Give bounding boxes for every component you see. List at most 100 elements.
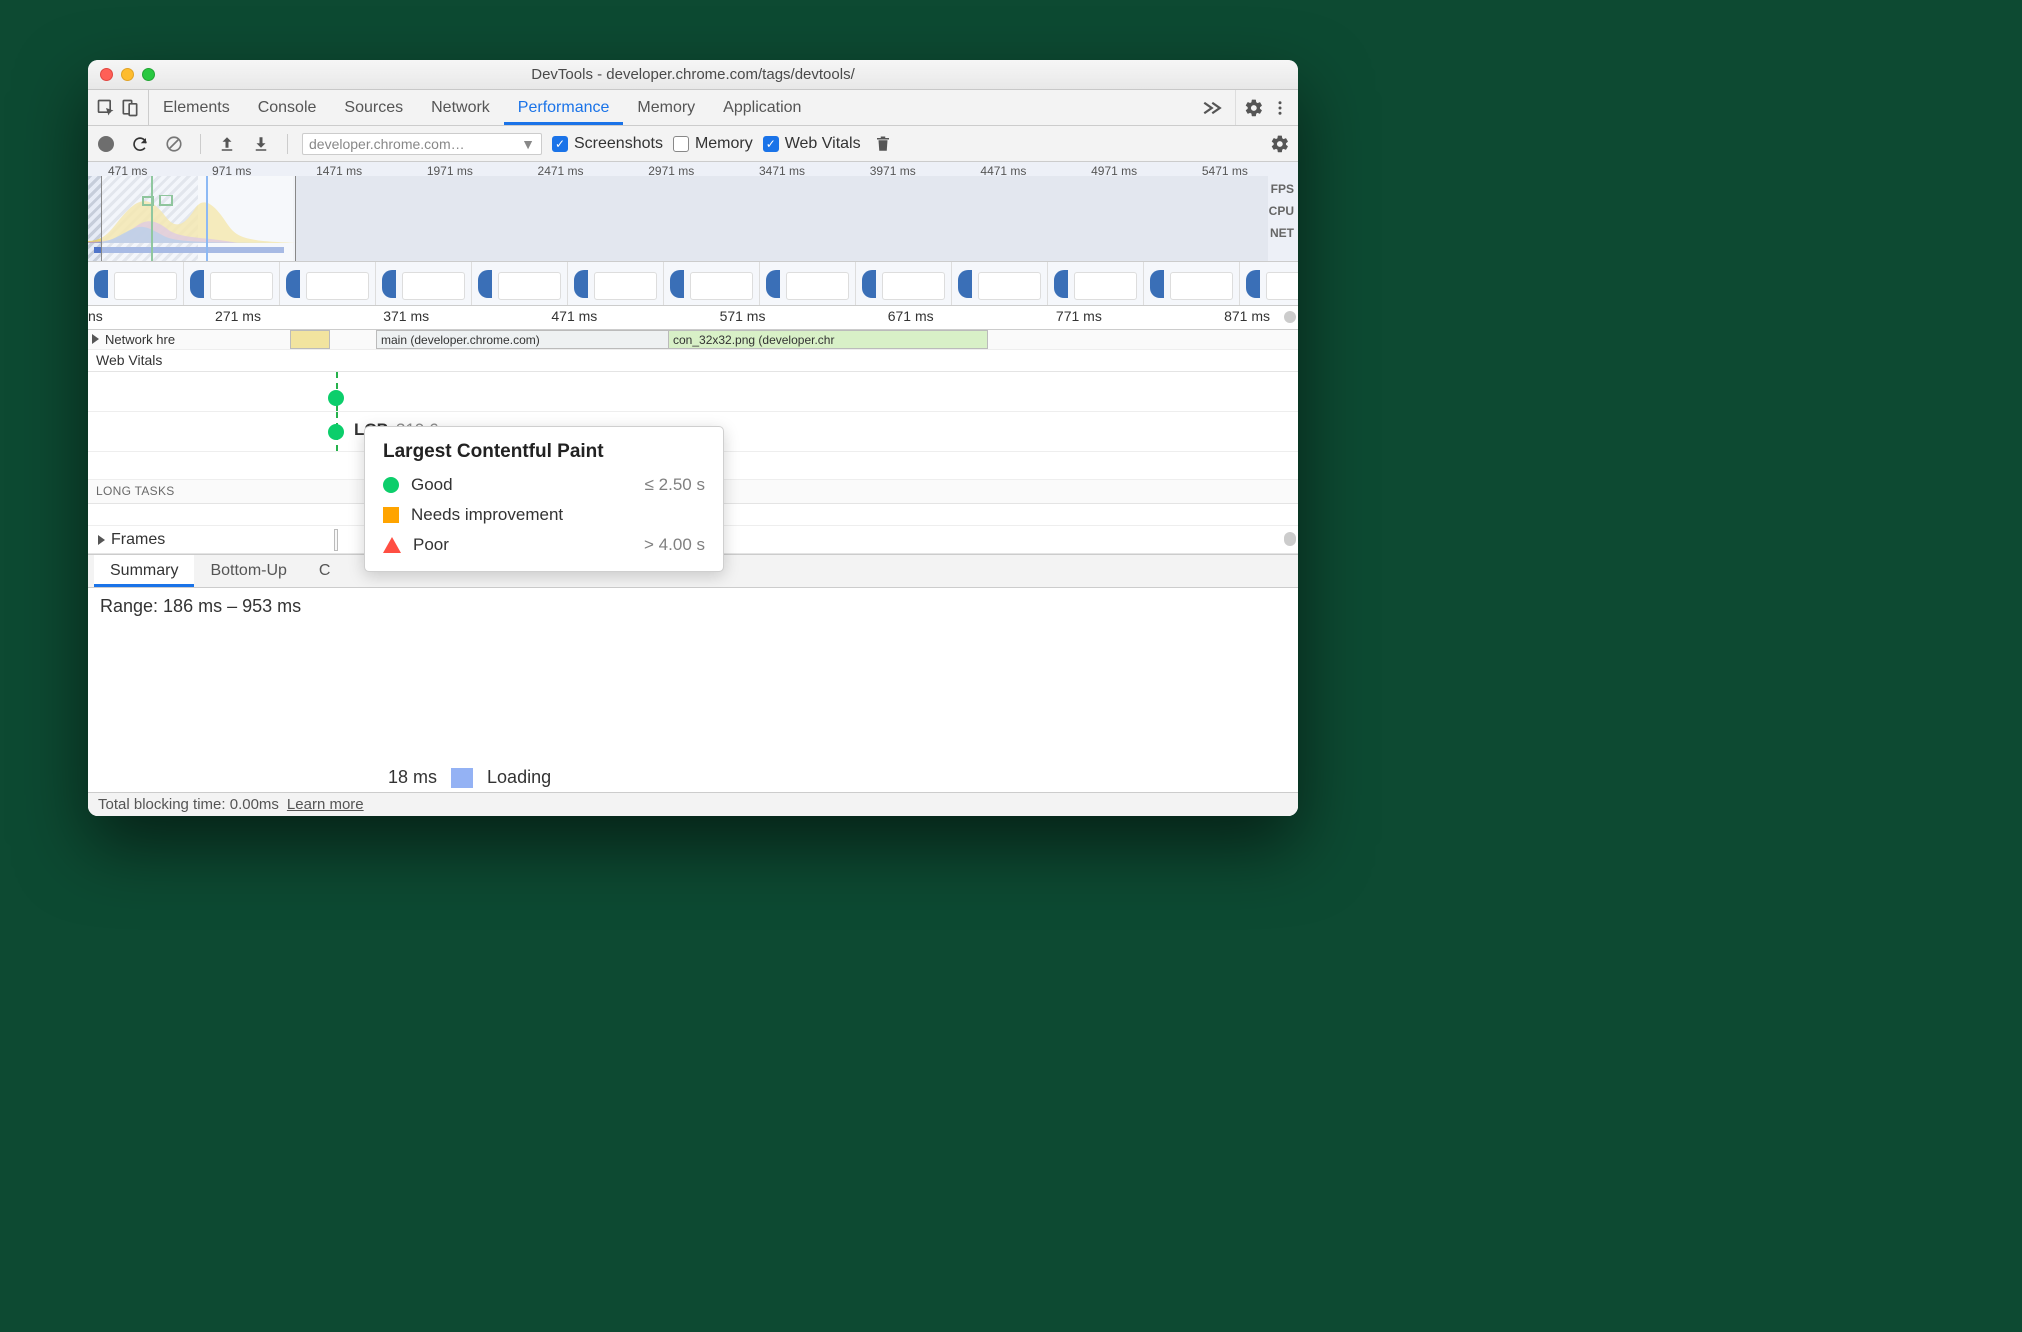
network-segment[interactable]: con_32x32.png (developer.chr xyxy=(668,330,988,349)
ruler-tick: ns xyxy=(88,308,103,324)
web-vitals-checkbox[interactable]: ✓ Web Vitals xyxy=(763,135,861,153)
tooltip-title: Largest Contentful Paint xyxy=(383,441,705,463)
overview-timeline[interactable]: 471 ms 971 ms 1471 ms 1971 ms 2471 ms 29… xyxy=(88,162,1298,262)
inspect-element-icon[interactable] xyxy=(94,96,118,120)
tab-console[interactable]: Console xyxy=(244,90,331,125)
titlebar[interactable]: DevTools - developer.chrome.com/tags/dev… xyxy=(88,60,1298,90)
screenshot-thumb[interactable] xyxy=(856,262,952,306)
screenshot-thumb[interactable] xyxy=(1048,262,1144,306)
tooltip-good-threshold: ≤ 2.50 s xyxy=(645,475,705,495)
screenshots-label: Screenshots xyxy=(574,135,663,153)
memory-checkbox[interactable]: Memory xyxy=(673,135,753,153)
desktop: DevTools - developer.chrome.com/tags/dev… xyxy=(0,0,2022,1332)
tooltip-poor-label: Poor xyxy=(413,535,449,555)
more-tabs-icon[interactable] xyxy=(1189,90,1235,125)
checkbox-checked-icon: ✓ xyxy=(763,136,779,152)
screenshot-thumb[interactable] xyxy=(952,262,1048,306)
web-vital-lane[interactable] xyxy=(88,372,1298,412)
screenshot-thumb[interactable] xyxy=(1144,262,1240,306)
network-strip[interactable]: Network hre main (developer.chrome.com) … xyxy=(88,330,1298,350)
minimize-window-icon[interactable] xyxy=(121,68,134,81)
screenshots-strip[interactable] xyxy=(88,262,1298,306)
ruler-tick: 471 ms xyxy=(551,308,597,324)
main-tabstrip: Elements Console Sources Network Perform… xyxy=(88,90,1298,126)
screenshot-thumb[interactable] xyxy=(88,262,184,306)
memory-label: Memory xyxy=(695,135,753,153)
ruler-tick: 771 ms xyxy=(1056,308,1102,324)
lcp-tooltip: Largest Contentful Paint Good ≤ 2.50 s N… xyxy=(364,426,724,572)
kebab-menu-icon[interactable] xyxy=(1268,96,1292,120)
tab-summary[interactable]: Summary xyxy=(94,555,194,587)
good-circle-icon xyxy=(383,477,399,493)
web-vital-marker-icon[interactable] xyxy=(328,390,344,406)
trash-icon[interactable] xyxy=(871,132,895,156)
summary-pane: Range: 186 ms – 953 ms 18 ms Loading xyxy=(88,588,1298,792)
expand-icon[interactable] xyxy=(98,535,105,545)
network-segment-label: Network hre xyxy=(105,332,175,347)
recording-selector-label: developer.chrome.com… xyxy=(309,136,465,152)
clear-icon[interactable] xyxy=(162,132,186,156)
devtools-window: DevTools - developer.chrome.com/tags/dev… xyxy=(88,60,1298,816)
scrollbar-thumb[interactable] xyxy=(1284,311,1296,323)
upload-profile-icon[interactable] xyxy=(215,132,239,156)
reload-record-icon[interactable] xyxy=(128,132,152,156)
legend-loading-time: 18 ms xyxy=(388,767,437,788)
tab-application[interactable]: Application xyxy=(709,90,815,125)
checkbox-checked-icon: ✓ xyxy=(552,136,568,152)
performance-panel: 471 ms 971 ms 1471 ms 1971 ms 2471 ms 29… xyxy=(88,162,1298,816)
screenshot-thumb[interactable] xyxy=(184,262,280,306)
web-vital-marker-icon[interactable] xyxy=(328,424,344,440)
window-title: DevTools - developer.chrome.com/tags/dev… xyxy=(88,66,1298,83)
overview-track-labels: FPS CPU NET xyxy=(1269,178,1294,244)
summary-range: Range: 186 ms – 953 ms xyxy=(100,596,1286,617)
panel-settings-icon[interactable] xyxy=(1268,132,1292,156)
screenshots-checkbox[interactable]: ✓ Screenshots xyxy=(552,135,663,153)
tab-memory[interactable]: Memory xyxy=(623,90,709,125)
learn-more-link[interactable]: Learn more xyxy=(287,796,364,813)
web-vitals-label: Web Vitals xyxy=(785,135,861,153)
tab-call-tree[interactable]: C xyxy=(303,555,347,587)
screenshot-thumb[interactable] xyxy=(376,262,472,306)
scrollbar-thumb[interactable] xyxy=(1284,532,1296,546)
tab-bottom-up[interactable]: Bottom-Up xyxy=(194,555,302,587)
maximize-window-icon[interactable] xyxy=(142,68,155,81)
web-vitals-section-label: Web Vitals xyxy=(88,350,1298,372)
network-segment[interactable]: main (developer.chrome.com) xyxy=(376,330,694,349)
performance-toolbar: developer.chrome.com… ▼ ✓ Screenshots Me… xyxy=(88,126,1298,162)
legend-loading-label: Loading xyxy=(487,767,551,788)
expand-icon[interactable] xyxy=(92,334,99,344)
frames-label: Frames xyxy=(111,531,165,549)
chevron-down-icon: ▼ xyxy=(521,136,535,152)
recording-selector[interactable]: developer.chrome.com… ▼ xyxy=(302,133,542,155)
tab-performance[interactable]: Performance xyxy=(504,90,624,125)
screenshot-thumb[interactable] xyxy=(568,262,664,306)
ruler-tick: 671 ms xyxy=(888,308,934,324)
summary-legend: 18 ms Loading xyxy=(388,767,551,788)
net-label: NET xyxy=(1269,222,1294,244)
settings-icon[interactable] xyxy=(1242,96,1266,120)
close-window-icon[interactable] xyxy=(100,68,113,81)
tab-sources[interactable]: Sources xyxy=(330,90,417,125)
tooltip-good-label: Good xyxy=(411,475,453,495)
needs-improvement-square-icon xyxy=(383,507,399,523)
download-profile-icon[interactable] xyxy=(249,132,273,156)
inspect-tools xyxy=(88,90,149,125)
poor-triangle-icon xyxy=(383,537,401,553)
screenshot-thumb[interactable] xyxy=(760,262,856,306)
cpu-label: CPU xyxy=(1269,200,1294,222)
tab-elements[interactable]: Elements xyxy=(149,90,244,125)
flame-ruler[interactable]: ns 271 ms 371 ms 471 ms 571 ms 671 ms 77… xyxy=(88,306,1298,330)
screenshot-thumb[interactable] xyxy=(664,262,760,306)
device-toolbar-icon[interactable] xyxy=(118,96,142,120)
tab-network[interactable]: Network xyxy=(417,90,504,125)
total-blocking-time: Total blocking time: 0.00ms xyxy=(98,796,279,813)
screenshot-thumb[interactable] xyxy=(1240,262,1298,306)
record-button[interactable] xyxy=(98,136,114,152)
screenshot-thumb[interactable] xyxy=(472,262,568,306)
legend-swatch-loading xyxy=(451,768,473,788)
ruler-tick: 371 ms xyxy=(383,308,429,324)
ruler-tick: 271 ms xyxy=(215,308,261,324)
tooltip-poor-threshold: > 4.00 s xyxy=(644,535,705,555)
screenshot-thumb[interactable] xyxy=(280,262,376,306)
checkbox-unchecked-icon xyxy=(673,136,689,152)
